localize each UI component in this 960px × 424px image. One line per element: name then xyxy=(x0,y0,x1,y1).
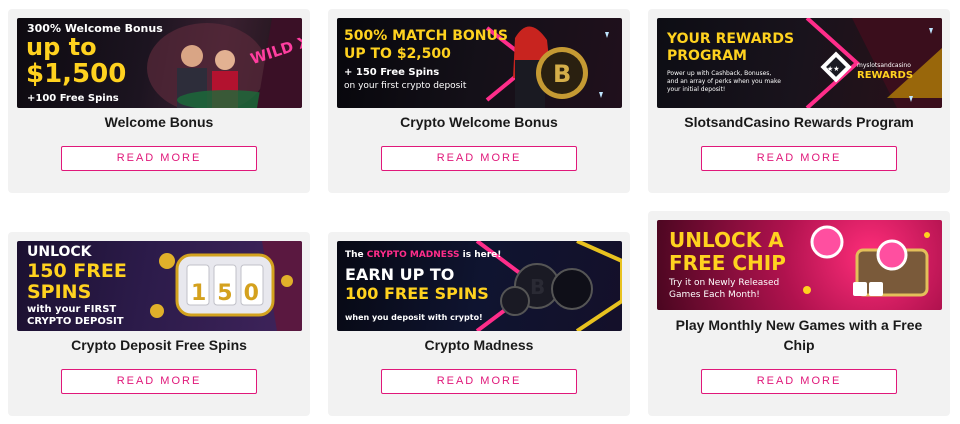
crypto-madness-line4: when you deposit with crypto! xyxy=(345,313,483,322)
rewards-banner-line4: and an array of perks when you make xyxy=(667,78,781,85)
read-more-button[interactable]: READ MORE xyxy=(701,369,897,394)
free-chip-line3: Try it on Newly Released xyxy=(669,278,780,288)
read-more-button[interactable]: READ MORE xyxy=(701,146,897,171)
free-chip-line4: Games Each Month! xyxy=(669,290,760,300)
card-title: Welcome Bonus xyxy=(104,114,214,130)
crypto-deposit-line2: 150 FREE xyxy=(27,260,127,282)
promo-card-crypto-welcome-bonus: B 500% MATCH BONUS UP TO $2,500 + 150 Fr… xyxy=(328,9,630,193)
crypto-madness-line1a: The xyxy=(345,250,367,260)
rewards-banner-line1: YOUR REWARDS xyxy=(667,31,795,47)
card-title: Play Monthly New Games with a Free Chip xyxy=(675,317,923,353)
rewards-program-banner[interactable]: ★★ YOUR REWARDS PROGRAM Power up with Ca… xyxy=(657,18,942,108)
crypto-madness-line1c: is here! xyxy=(459,250,502,260)
promo-card-crypto-madness: B The CRYPTO MADNESS is here! EARN UP TO… xyxy=(328,232,630,416)
crypto-welcome-line3: + 150 Free Spins xyxy=(344,67,440,78)
card-title: Crypto Welcome Bonus xyxy=(400,114,558,130)
rewards-badge-line1: myslotsandcasino xyxy=(857,62,911,69)
promo-card-rewards-program: ★★ YOUR REWARDS PROGRAM Power up with Ca… xyxy=(648,9,950,193)
read-more-button[interactable]: READ MORE xyxy=(61,369,257,394)
read-more-button[interactable]: READ MORE xyxy=(381,146,577,171)
crypto-welcome-line4: on your first crypto deposit xyxy=(344,81,467,91)
promo-card-free-chip: UNLOCK A FREE CHIP Try it on Newly Relea… xyxy=(648,211,950,416)
welcome-banner-line4: +100 Free Spins xyxy=(27,93,119,104)
crypto-madness-banner[interactable]: B The CRYPTO MADNESS is here! EARN UP TO… xyxy=(337,241,622,331)
crypto-deposit-banner[interactable]: 150 UNLOCK 150 FREE SPINS with your FIRS… xyxy=(17,241,302,331)
card-title: Crypto Deposit Free Spins xyxy=(71,337,247,353)
read-more-button[interactable]: READ MORE xyxy=(381,369,577,394)
crypto-madness-highlight: CRYPTO MADNESS xyxy=(366,250,460,260)
rewards-banner-line2: PROGRAM xyxy=(667,48,747,64)
rewards-badge-line2: REWARDS xyxy=(857,70,914,81)
crypto-deposit-line4: with your FIRST xyxy=(27,304,117,315)
crypto-madness-line1: The CRYPTO MADNESS is here! xyxy=(345,250,501,260)
crypto-welcome-line2: UP TO $2,500 xyxy=(344,46,451,62)
free-chip-line2: FREE CHIP xyxy=(669,251,786,275)
rewards-banner-line5: your initial deposit! xyxy=(667,86,726,93)
free-chip-line1: UNLOCK A xyxy=(669,228,784,252)
crypto-welcome-line1: 500% MATCH BONUS xyxy=(344,28,508,44)
crypto-deposit-line5: CRYPTO DEPOSIT xyxy=(27,316,124,327)
crypto-welcome-banner[interactable]: B 500% MATCH BONUS UP TO $2,500 + 150 Fr… xyxy=(337,18,622,108)
free-chip-banner[interactable]: UNLOCK A FREE CHIP Try it on Newly Relea… xyxy=(657,220,942,310)
rewards-banner-line3: Power up with Cashback, Bonuses, xyxy=(667,70,772,77)
svg-text:B: B xyxy=(553,60,571,88)
crypto-madness-line3: 100 FREE SPINS xyxy=(345,284,489,303)
svg-text:★★: ★★ xyxy=(827,65,840,73)
welcome-bonus-banner[interactable]: 300% Welcome Bonus up to $1,500 +100 Fre… xyxy=(17,18,302,108)
crypto-deposit-line3: SPINS xyxy=(27,281,92,303)
card-title: Crypto Madness xyxy=(424,337,534,353)
crypto-deposit-line1: UNLOCK xyxy=(27,244,92,260)
promo-card-welcome-bonus: 300% Welcome Bonus up to $1,500 +100 Fre… xyxy=(8,9,310,193)
svg-text:B: B xyxy=(530,275,545,299)
welcome-banner-line2: up to xyxy=(26,33,97,61)
reel-number: 150 xyxy=(191,281,270,306)
card-title: SlotsandCasino Rewards Program xyxy=(684,114,914,130)
read-more-button[interactable]: READ MORE xyxy=(61,146,257,171)
crypto-madness-line2: EARN UP TO xyxy=(345,265,455,284)
welcome-banner-line3: $1,500 xyxy=(26,59,127,89)
promo-card-crypto-deposit-free-spins: 150 UNLOCK 150 FREE SPINS with your FIRS… xyxy=(8,232,310,416)
